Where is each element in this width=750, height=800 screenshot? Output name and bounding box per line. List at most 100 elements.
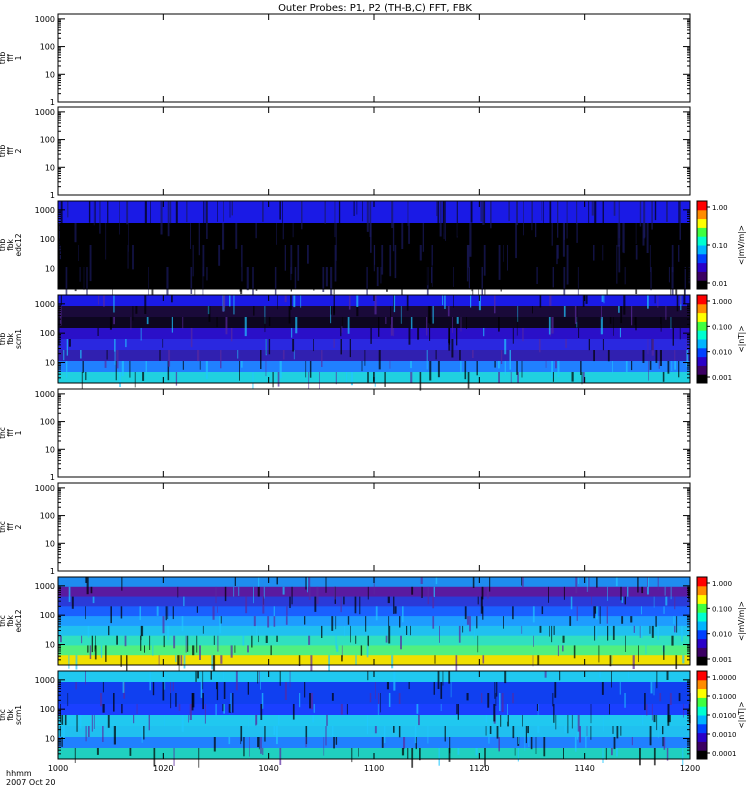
spectrogram-stripe — [393, 295, 396, 313]
spectrogram-stripe — [276, 726, 278, 745]
spectrogram-stripe — [114, 350, 116, 365]
spectrogram-stripe — [544, 671, 547, 678]
spectrogram-stripe — [394, 245, 397, 279]
colorbar-segment — [697, 629, 707, 640]
spectrogram-stripe — [559, 671, 561, 681]
spectrogram-stripe — [88, 201, 91, 223]
spectrogram-stripe — [150, 245, 152, 283]
spectrogram-stripe — [407, 748, 409, 760]
colorbar-segment — [697, 280, 707, 290]
spectrogram-stripe — [631, 361, 633, 371]
spectrogram-stripe — [599, 606, 601, 624]
spectrogram-stripe — [197, 671, 199, 679]
spectrogram-stripe — [456, 317, 459, 324]
spectrogram-stripe — [307, 245, 309, 264]
colorbar-segment — [697, 201, 707, 211]
spectrogram-stripe — [670, 586, 672, 600]
spectrogram-stripe — [121, 704, 123, 714]
spectrogram-stripe — [612, 726, 614, 734]
spectrogram-stripe — [364, 350, 366, 366]
spectrogram-stripe — [289, 671, 291, 688]
spectrogram-stripe — [574, 306, 577, 324]
spectrogram-stripe — [116, 635, 118, 645]
spectrogram-stripe — [420, 577, 423, 584]
spectrogram-stripe — [552, 267, 554, 288]
spectrogram-stripe — [356, 201, 358, 215]
y-tick-label: 10 — [45, 70, 55, 79]
spectrogram-stripe — [242, 635, 245, 646]
spectrogram-stripe — [75, 682, 77, 690]
spectrogram-stripe — [669, 715, 671, 723]
spectrogram-stripe — [248, 715, 249, 728]
spectrogram-stripe — [494, 361, 496, 368]
spectrogram-stripe — [239, 267, 242, 289]
spectrogram-stripe — [682, 655, 685, 664]
spectrogram-stripe — [598, 645, 600, 663]
spectrogram-stripe — [143, 726, 145, 740]
spectrogram-stripe — [323, 737, 325, 756]
spectrogram-stripe — [649, 625, 651, 634]
spectrogram-stripe — [500, 267, 502, 292]
colorbar-tick-label: 0.0010 — [712, 731, 737, 739]
spectrogram-stripe — [570, 596, 573, 610]
spectrogram-stripe — [375, 682, 376, 699]
spectrogram-stripe — [129, 361, 131, 378]
spectrogram-stripe — [81, 372, 83, 390]
spectrogram-stripe — [631, 306, 633, 326]
spectrogram-stripe — [639, 201, 642, 227]
spectrogram-stripe — [132, 245, 134, 270]
spectrogram-stripe — [370, 223, 372, 253]
spectrogram-stripe — [555, 715, 557, 730]
spectrogram-stripe — [522, 715, 523, 727]
spectrogram-stripe — [85, 671, 86, 685]
spectrogram-stripe — [129, 748, 132, 756]
y-tick-label: 1000 — [35, 15, 55, 24]
spectrogram-stripe — [533, 635, 534, 647]
spectrogram-stripe — [203, 201, 205, 237]
spectrogram-stripe — [664, 267, 666, 283]
spectrogram-stripe — [300, 295, 302, 308]
spectrogram-stripe — [224, 586, 227, 602]
colorbar-segment — [697, 697, 707, 707]
spectrogram-stripe — [448, 328, 451, 344]
spectrogram-stripe — [91, 715, 93, 732]
spectrogram-stripe — [196, 606, 198, 613]
spectrogram-stripe — [637, 267, 639, 287]
spectrogram-stripe — [459, 245, 461, 268]
colorbar-tick-label: 0.001 — [712, 374, 732, 382]
spectrogram-stripe — [552, 372, 554, 382]
colorbar: 1.000 0.100 0.010 0.001 <|nT|> — [696, 294, 746, 384]
spectrogram-stripe — [435, 577, 438, 585]
spectrogram-stripe — [175, 201, 178, 233]
spectrogram-stripe — [347, 317, 350, 334]
spectrogram-stripe — [164, 715, 165, 727]
spectrogram-stripe — [183, 596, 185, 607]
spectrogram-stripe — [565, 339, 567, 348]
spectrogram-stripe — [419, 748, 421, 761]
spectrogram-stripe — [172, 606, 174, 620]
time-axis-title-date: 2007 Oct 20 — [6, 778, 55, 787]
spectrogram-stripe — [198, 748, 200, 768]
spectrogram-stripe — [457, 748, 460, 755]
spectrogram-stripe — [642, 350, 645, 363]
y-tick-label: 100 — [40, 705, 55, 714]
spectrogram-stripe — [551, 361, 553, 379]
spectrogram-stripe — [672, 328, 674, 346]
spectrogram-stripe — [278, 715, 280, 725]
spectrogram-stripe — [407, 201, 409, 226]
colorbar-segment — [697, 750, 707, 760]
spectrogram-stripe — [108, 625, 110, 636]
spectrogram-stripe — [313, 267, 315, 291]
spectrogram-stripe — [567, 715, 569, 734]
spectrogram-stripe — [162, 616, 165, 634]
spectrogram-stripe — [149, 671, 151, 691]
spectrogram-stripe — [625, 635, 626, 652]
spectrogram-stripe — [499, 693, 501, 711]
spectrogram-stripe — [466, 317, 467, 329]
colorbar-tick-label: 0.1000 — [712, 693, 737, 701]
spectrogram-stripe — [220, 655, 223, 664]
spectrogram-stripe — [169, 201, 172, 224]
y-tick-label: 10 — [45, 539, 55, 548]
spectrogram-stripe — [386, 682, 389, 690]
colorbar-segment — [697, 594, 707, 604]
